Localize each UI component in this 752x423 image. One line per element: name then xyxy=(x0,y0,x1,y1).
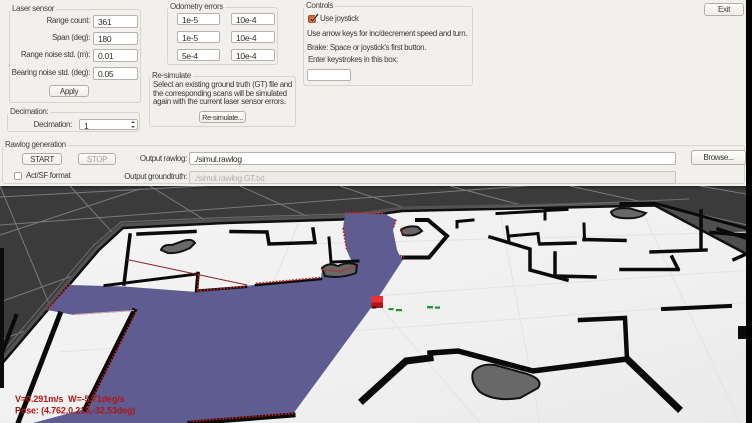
svg-text:V=0.291m/s W=-5.71deg/s: V=0.291m/s W=-5.71deg/s xyxy=(15,394,125,404)
svg-text:Pose: (4.762,0.215,-32.53deg): Pose: (4.762,0.215,-32.53deg) xyxy=(15,406,135,416)
